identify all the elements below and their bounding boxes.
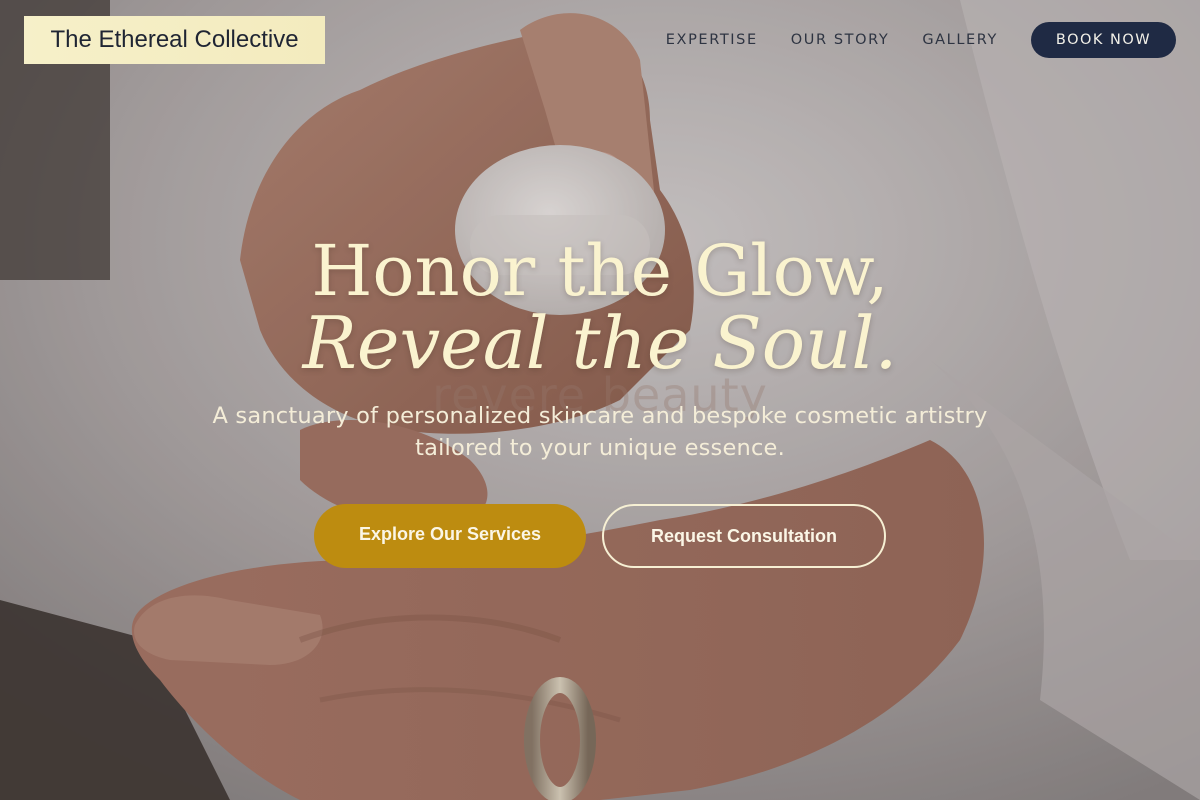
explore-services-button[interactable]: Explore Our Services — [314, 504, 586, 568]
main-nav: EXPERTISE OUR STORY GALLERY BOOK NOW — [666, 22, 1176, 58]
hero-headline-line-2: Reveal the Soul. — [302, 301, 898, 385]
site-logo[interactable]: The Ethereal Collective — [24, 16, 325, 64]
book-now-button[interactable]: BOOK NOW — [1031, 22, 1176, 58]
nav-expertise[interactable]: EXPERTISE — [666, 32, 758, 48]
request-consultation-button[interactable]: Request Consultation — [602, 504, 886, 568]
hero-section: The Ethereal Collective EXPERTISE OUR ST… — [0, 0, 1200, 800]
nav-our-story[interactable]: OUR STORY — [791, 32, 890, 48]
nav-gallery[interactable]: GALLERY — [922, 32, 998, 48]
hero-subtitle: A sanctuary of personalized skincare and… — [212, 403, 988, 461]
